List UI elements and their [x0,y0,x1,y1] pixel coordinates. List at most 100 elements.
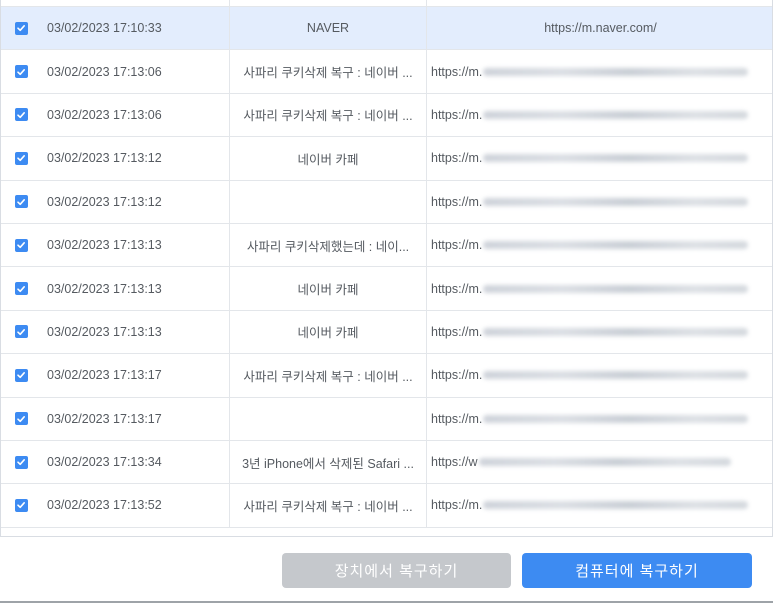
checkmark-icon [17,198,25,205]
row-checkbox[interactable] [14,195,28,209]
row-url-cell: https://m. [426,267,772,310]
row-url: https://m. [431,194,483,209]
history-table: 03/02/2023 17:10:33 NAVER https://m.naver.… [0,0,773,536]
row-checkbox[interactable] [14,455,28,469]
row-checkbox[interactable] [14,108,28,122]
table-row[interactable]: 03/02/2023 17:13:13 네이버 카페 https://m. [1,267,772,311]
redacted-url-blur [483,284,749,293]
row-page-title: 사파리 쿠키삭제 복구 : 네이버 ... [229,484,426,527]
checkmark-icon [17,111,25,119]
row-url-cell: https://w [426,440,772,484]
row-checkbox[interactable] [14,151,28,165]
row-checkbox-cell [1,181,41,223]
row-checkbox-cell [1,94,41,136]
row-checkbox[interactable] [14,238,28,252]
redacted-url-blur [483,327,749,336]
row-visit-time: 03/02/2023 17:10:33 [47,21,162,36]
row-page-title: NAVER [229,7,426,50]
checkmark-icon [17,459,25,466]
checkmark-icon [17,415,25,422]
row-checkbox-cell [1,398,41,440]
redacted-url-blur [483,501,749,510]
table-row[interactable]: 03/02/2023 17:13:52 사파리 쿠키삭제 복구 : 네이버 ...… [1,484,772,528]
row-checkbox-cell [1,484,41,526]
table-row[interactable]: 03/02/2023 17:13:13 사파리 쿠키삭제했는데 : 네이... ht… [1,223,772,268]
checkmark-icon [17,372,25,379]
row-visit-time: 03/02/2023 17:13:12 [47,151,162,166]
row-checkbox-cell [1,137,41,179]
row-page-title: 사파리 쿠키삭제 복구 : 네이버 ... [229,354,426,397]
redacted-url-blur [483,110,749,119]
row-url: https://m. [431,238,483,253]
row-page-title: 사파리 쿠키삭제했는데 : 네이... [229,223,426,267]
row-url-cell: https://m.naver.com/ [426,7,772,50]
row-checkbox[interactable] [14,412,28,426]
row-url: https://w [431,455,478,470]
checkmark-icon [17,502,25,509]
row-visit-time: 03/02/2023 17:13:06 [47,64,162,79]
checkmark-icon [17,328,25,336]
row-checkbox-cell [1,441,41,483]
row-url: https://m. [431,324,483,339]
row-url-cell: https://m. [426,223,772,267]
row-page-title: 네이버 카페 [229,267,426,310]
row-checkbox[interactable] [14,21,28,35]
row-url-cell: https://m. [426,397,772,440]
table-row[interactable]: 03/02/2023 17:13:12 https://m. [1,180,772,224]
redacted-url-blur [483,414,749,423]
row-checkbox-cell [1,311,41,353]
row-visit-time: 03/02/2023 17:13:13 [47,238,162,253]
table-body: 03/02/2023 17:10:33 NAVER https://m.naver.… [1,7,772,528]
row-checkbox[interactable] [14,498,28,512]
row-visit-time: 03/02/2023 17:13:17 [47,368,162,383]
table-row[interactable]: 03/02/2023 17:13:13 네이버 카페 https://m. [1,310,772,355]
recover-to-device-button[interactable]: 장치에서 복구하기 [282,553,511,588]
row-checkbox-cell [1,7,41,49]
row-visit-time: 03/02/2023 17:13:12 [47,194,162,209]
row-visit-time: 03/02/2023 17:13:17 [47,411,162,426]
checkmark-icon [17,155,25,162]
row-page-title [229,180,426,223]
row-url: https://m. [431,368,483,383]
row-visit-time: 03/02/2023 17:13:13 [47,324,162,339]
table-row[interactable]: 03/02/2023 17:13:17 https://m. [1,397,772,441]
row-url: https://m. [431,107,483,122]
redacted-url-blur [483,67,749,76]
row-checkbox[interactable] [14,282,28,296]
row-url-cell: https://m. [426,93,772,137]
recover-to-computer-button[interactable]: 컴퓨터에 복구하기 [522,553,752,588]
row-visit-time: 03/02/2023 17:13:13 [47,281,162,296]
table-row[interactable]: 03/02/2023 17:13:17 사파리 쿠키삭제 복구 : 네이버 ...… [1,354,772,398]
row-url-cell: https://m. [426,310,772,354]
redacted-url-blur [478,458,731,467]
action-footer: 장치에서 복구하기 컴퓨터에 복구하기 [0,537,773,603]
redacted-url-blur [483,241,749,250]
row-checkbox[interactable] [14,368,28,382]
row-url-cell: https://m. [426,180,772,223]
table-row[interactable]: 03/02/2023 17:10:33 NAVER https://m.naver.… [1,7,772,51]
redacted-url-blur [483,197,749,206]
table-row[interactable]: 03/02/2023 17:13:06 사파리 쿠키삭제 복구 : 네이버 ...… [1,93,772,138]
table-row[interactable]: 03/02/2023 17:13:34 3년 iPhone에서 삭제된 Safar… [1,440,772,485]
row-checkbox-cell [1,354,41,396]
row-url-cell: https://m. [426,484,772,527]
row-url: https://m. [431,281,483,296]
table-row[interactable]: 03/02/2023 17:13:06 사파리 쿠키삭제 복구 : 네이버 ...… [1,50,772,94]
row-url: https://m. [431,151,483,166]
row-page-title: 3년 iPhone에서 삭제된 Safari ... [229,440,426,484]
row-url: https://m. [431,498,483,513]
table-row[interactable]: 03/02/2023 17:13:12 네이버 카페 https://m. [1,137,772,181]
row-page-title: 사파리 쿠키삭제 복구 : 네이버 ... [229,50,426,93]
row-url-cell: https://m. [426,137,772,180]
row-page-title: 사파리 쿠키삭제 복구 : 네이버 ... [229,93,426,137]
row-page-title: 네이버 카페 [229,310,426,354]
row-url-cell: https://m. [426,354,772,397]
row-checkbox[interactable] [14,65,28,79]
row-checkbox[interactable] [14,325,28,339]
checkmark-icon [17,25,25,32]
table-top-edge [1,0,772,7]
row-visit-time: 03/02/2023 17:13:06 [47,107,162,122]
checkmark-icon [17,285,25,292]
row-checkbox-cell [1,267,41,309]
row-url: https://m. [431,64,483,79]
